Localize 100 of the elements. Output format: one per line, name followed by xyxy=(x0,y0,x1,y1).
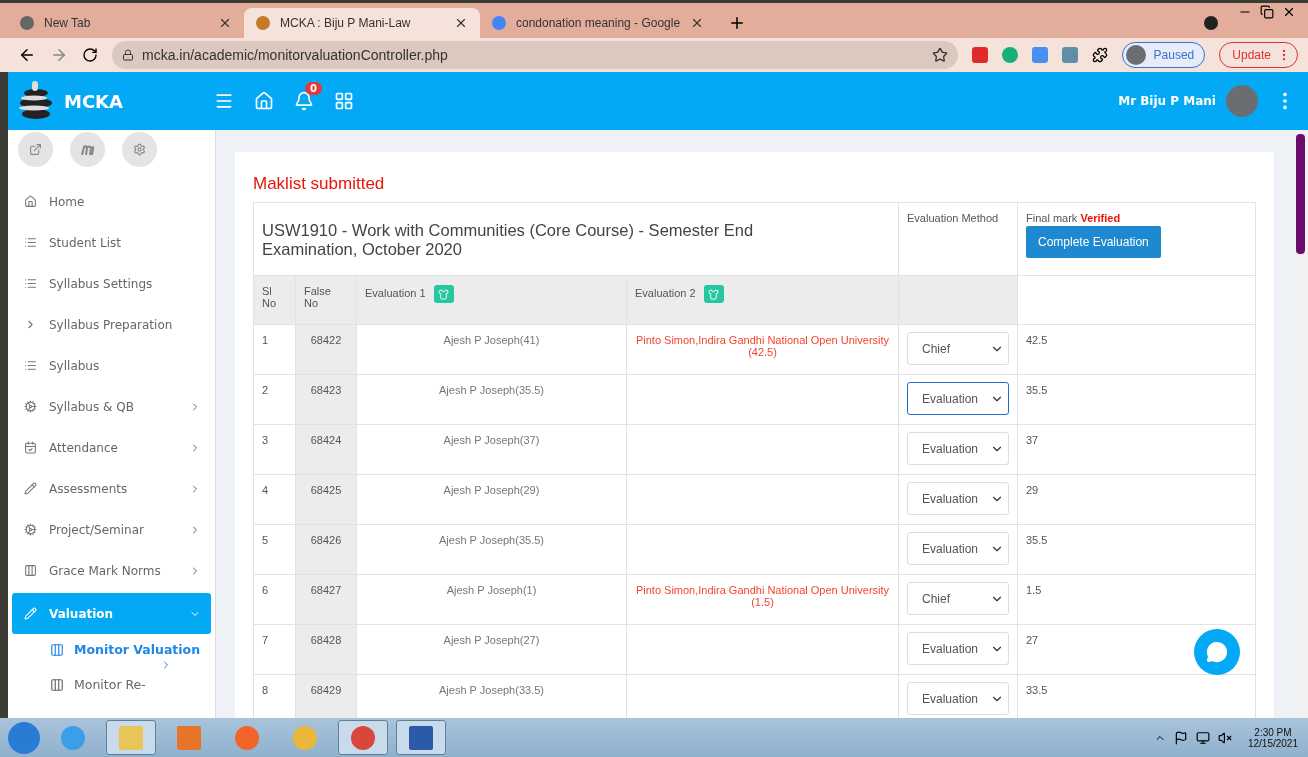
table-cell: 33.5 xyxy=(1026,684,1048,696)
sidebar-item[interactable]: Grace Mark Norms xyxy=(12,550,211,591)
back-icon[interactable] xyxy=(18,46,36,64)
reload-icon[interactable] xyxy=(82,47,98,63)
sidebar-item[interactable]: Assessments xyxy=(12,468,211,509)
browser-tab[interactable]: New Tab xyxy=(8,8,244,38)
pencil-icon xyxy=(24,482,37,495)
table-cell-text: Ajesh P Joseph(35.5) xyxy=(438,384,545,396)
columns-icon xyxy=(24,564,37,577)
external-link-icon xyxy=(29,143,42,156)
complete-evaluation-button[interactable]: Complete Evaluation xyxy=(1026,226,1161,258)
notification-badge: 0 xyxy=(305,82,322,95)
method-select[interactable]: Evaluation xyxy=(907,482,1009,515)
table-cell-text: Ajesh P Joseph(37) xyxy=(442,434,541,446)
scrollbar-thumb[interactable] xyxy=(1295,134,1305,254)
column-header: Evaluation Method xyxy=(907,212,999,224)
lock-icon xyxy=(122,49,134,61)
new-tab-icon[interactable] xyxy=(728,14,746,32)
evaluator-button[interactable] xyxy=(433,285,454,303)
column-header: False No xyxy=(304,285,331,309)
avatar-icon xyxy=(1125,45,1146,65)
sidebar-subitem[interactable]: Monitor Re- xyxy=(12,671,211,692)
method-select[interactable]: Evaluation xyxy=(907,682,1009,715)
table-cell-text: 68425 xyxy=(309,484,343,496)
settings-button[interactable] xyxy=(122,132,157,167)
final-mark-label: Final mark Verified xyxy=(1026,212,1121,224)
sidebar-item[interactable]: Syllabus Preparation xyxy=(12,304,211,345)
table-cell: 3 xyxy=(262,434,269,446)
table-cell-text: Ajesh P Joseph(33.5) xyxy=(438,684,545,696)
forward-icon[interactable] xyxy=(50,46,68,64)
grid-icon[interactable] xyxy=(334,91,354,111)
close-icon[interactable] xyxy=(454,16,468,30)
extensions-icon[interactable] xyxy=(1091,47,1108,63)
table-cell: 7 xyxy=(262,634,269,646)
profile-chip[interactable]: Paused xyxy=(1121,42,1206,68)
sidebar-item[interactable]: Home xyxy=(12,181,211,222)
gears-icon xyxy=(24,400,37,413)
pencil-icon xyxy=(24,607,37,620)
sidebar-subitem[interactable]: Monitor Valuation xyxy=(12,636,211,671)
method-select[interactable]: Evaluation xyxy=(907,382,1009,415)
flag-icon[interactable] xyxy=(1173,730,1188,745)
sidebar-item[interactable]: Project/Seminar xyxy=(12,509,211,550)
bookmark-star-icon[interactable] xyxy=(931,47,948,63)
sidebar-item[interactable]: Syllabus & QB xyxy=(12,386,211,427)
settings-icon xyxy=(133,143,146,156)
method-select[interactable]: Evaluation xyxy=(907,632,1009,665)
close-icon[interactable] xyxy=(690,16,704,30)
table-cell: 35.5 xyxy=(1026,534,1048,546)
table-cell: 2 xyxy=(262,384,269,396)
table-cell: 1 xyxy=(262,334,269,346)
table-cell-text: 68423 xyxy=(309,384,343,396)
table-cell-text: Ajesh P Joseph(1) xyxy=(445,584,538,596)
address-bar[interactable]: mcka.in/academic/monitorvaluationController.php xyxy=(112,41,958,69)
avatar-icon[interactable] xyxy=(1226,85,1258,117)
bell-icon[interactable] xyxy=(294,91,314,111)
table-cell-text: 68428 xyxy=(309,634,343,646)
close-icon[interactable] xyxy=(1282,5,1296,19)
method-select[interactable]: Evaluation xyxy=(907,532,1009,565)
list-icon xyxy=(24,359,37,372)
table-cell: 27 xyxy=(1026,634,1039,646)
close-icon[interactable] xyxy=(218,16,232,30)
method-select[interactable]: Chief xyxy=(907,582,1009,615)
home-icon[interactable] xyxy=(254,91,274,111)
table-cell-text: Ajesh P Joseph(29) xyxy=(442,484,541,496)
table-cell: Pinto Simon,Indira Gandhi National Open University (42.5) xyxy=(635,334,890,358)
menu-icon[interactable] xyxy=(214,91,234,111)
exam-title: USW1910 - Work with Communities (Core Course) - Semester End Examination, October 2020 xyxy=(262,220,755,259)
restore-icon[interactable] xyxy=(1260,5,1274,19)
home-icon xyxy=(24,195,37,208)
table-cell: 5 xyxy=(262,534,269,546)
table-cell-text: 68426 xyxy=(309,534,343,546)
external-link-button[interactable] xyxy=(18,132,53,167)
table-cell: 29 xyxy=(1026,484,1039,496)
sidebar-item[interactable]: Student List xyxy=(12,222,211,263)
m-button[interactable] xyxy=(70,132,105,167)
network-icon[interactable] xyxy=(1195,730,1210,745)
column-header: Evaluation 2 xyxy=(635,286,696,299)
evaluator-button[interactable] xyxy=(703,285,724,303)
tab-favicon-icon xyxy=(256,16,270,30)
table-cell: 42.5 xyxy=(1026,334,1048,346)
method-select[interactable]: Chief xyxy=(907,332,1009,365)
table-cell-text: Ajesh P Joseph(41) xyxy=(442,334,541,346)
table-cell: 4 xyxy=(262,484,269,496)
method-select[interactable]: Evaluation xyxy=(907,432,1009,465)
sidebar-item[interactable]: Attendance xyxy=(12,427,211,468)
sidebar-item[interactable]: Syllabus Settings xyxy=(12,263,211,304)
table-cell: 35.5 xyxy=(1026,384,1048,396)
browser-tab[interactable]: condonation meaning - Google xyxy=(480,8,716,38)
table-cell: 37 xyxy=(1026,434,1039,446)
table-cell: 8 xyxy=(262,684,269,696)
table-cell-text: 68427 xyxy=(309,584,343,596)
browser-tab[interactable]: MCKA : Biju P Mani-Law xyxy=(244,8,480,38)
clock[interactable]: 2:30 PM 12/15/2021 xyxy=(1247,726,1298,749)
tab-favicon-icon xyxy=(492,16,506,30)
table-cell-text: Ajesh P Joseph(27) xyxy=(442,634,541,646)
table-cell: 1.5 xyxy=(1026,584,1042,596)
sidebar-item[interactable]: Syllabus xyxy=(12,345,211,386)
columns-icon xyxy=(50,677,64,692)
speaker-muted-icon[interactable] xyxy=(1217,730,1232,745)
table-cell-text: 68422 xyxy=(309,334,343,346)
